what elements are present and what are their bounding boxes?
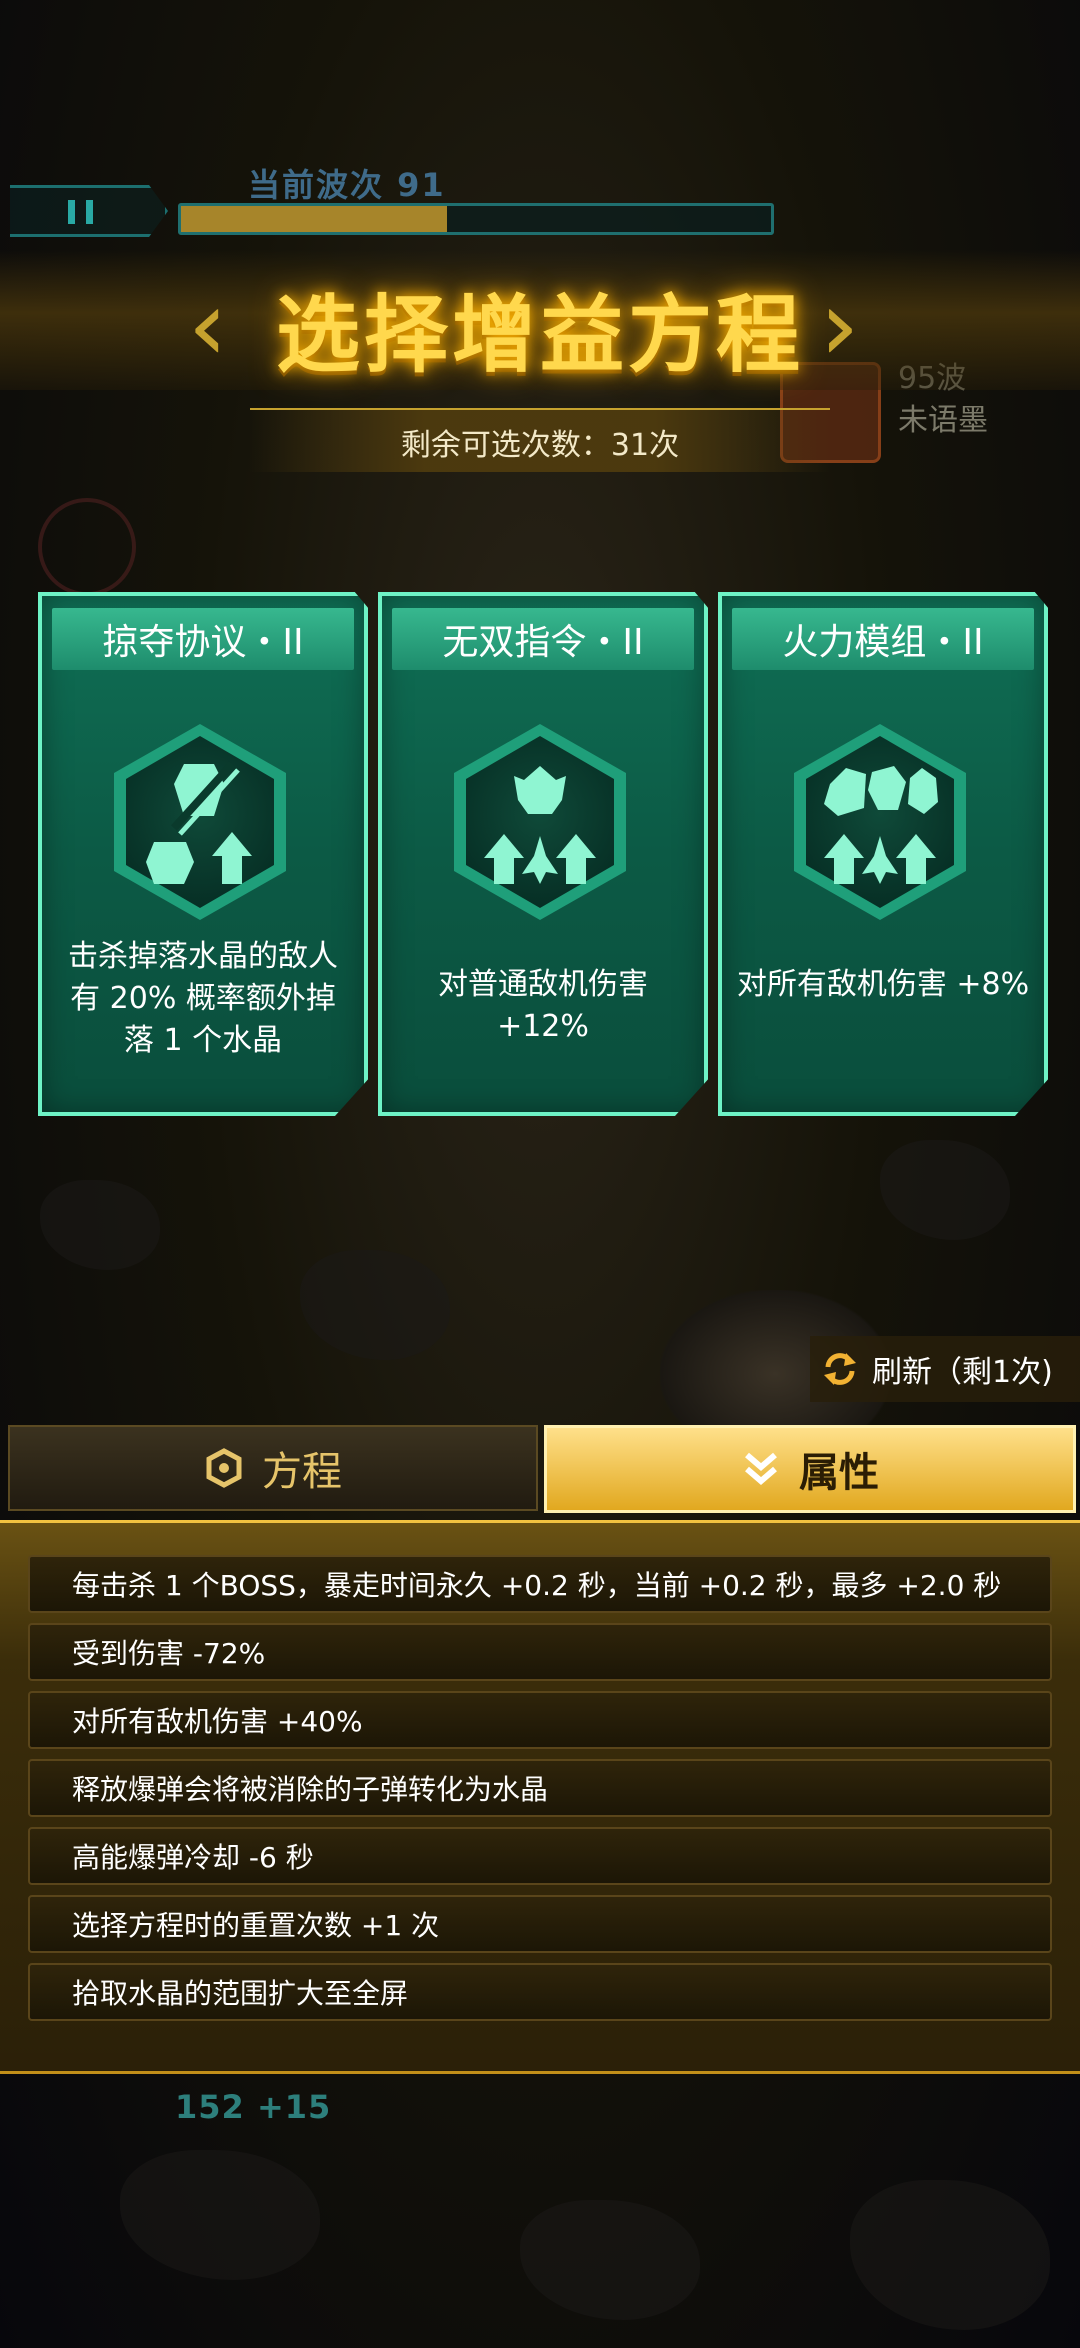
refresh-label: 刷新（剩1次) xyxy=(872,1355,1053,1390)
tab-equations-label: 方程 xyxy=(262,1449,342,1495)
double-chevron-down-icon xyxy=(745,1452,777,1485)
attribute-row: 对所有敌机伤害 +40% xyxy=(28,1691,1052,1749)
refresh-icon xyxy=(824,1353,856,1385)
refresh-button[interactable]: 刷新（剩1次) xyxy=(810,1336,1080,1402)
buff-card-unrivaled[interactable]: 无双指令・II 对普通敌机伤害 +12% xyxy=(378,592,708,1116)
attribute-row: 释放爆弹会将被消除的子弹转化为水晶 xyxy=(28,1759,1052,1817)
card-title: 掠夺协议・II xyxy=(52,608,354,670)
emblem-icon xyxy=(38,498,136,596)
crystal-counter: 152 +15 xyxy=(175,2088,332,2126)
tab-attributes[interactable]: 属性 xyxy=(544,1425,1076,1513)
attribute-panel: 每击杀 1 个BOSS，暴走时间永久 +0.2 秒，当前 +0.2 秒，最多 +… xyxy=(0,1520,1080,2074)
crystal-drop-icon xyxy=(114,724,286,920)
buff-card-plunder[interactable]: 掠夺协议・II 击杀掉落水晶的敌人有 20% 概率额外掉落 1 个水晶 xyxy=(38,592,368,1116)
attribute-row: 拾取水晶的范围扩大至全屏 xyxy=(28,1963,1052,2021)
remaining-choices: 剩余可选次数：31次 xyxy=(400,428,680,463)
pause-icon xyxy=(68,200,75,224)
buff-card-firepower[interactable]: 火力模组・II 对所有敌机伤害 +8% xyxy=(718,592,1048,1116)
attribute-row: 每击杀 1 个BOSS，暴走时间永久 +0.2 秒，当前 +0.2 秒，最多 +… xyxy=(28,1555,1052,1613)
fighter-damage-up-icon xyxy=(454,724,626,920)
attribute-row: 选择方程时的重置次数 +1 次 xyxy=(28,1895,1052,1953)
attribute-row: 受到伤害 -72% xyxy=(28,1623,1052,1681)
tab-attributes-label: 属性 xyxy=(799,1450,879,1496)
attribute-row: 高能爆弹冷却 -6 秒 xyxy=(28,1827,1052,1885)
all-enemies-damage-up-icon xyxy=(794,724,966,920)
page-title: 选择增益方程 xyxy=(275,286,804,384)
card-description: 击杀掉落水晶的敌人有 20% 概率额外掉落 1 个水晶 xyxy=(68,939,338,1058)
pause-button[interactable] xyxy=(10,185,168,237)
card-title: 无双指令・II xyxy=(392,608,694,670)
wave-progress-bar xyxy=(178,203,774,235)
wave-label: 当前波次 91 xyxy=(248,166,446,204)
card-description: 对普通敌机伤害 +12% xyxy=(438,967,648,1044)
card-description: 对所有敌机伤害 +8% xyxy=(736,967,1030,1002)
wave-progress-fill xyxy=(181,206,447,232)
tab-equations[interactable]: 方程 xyxy=(8,1425,538,1511)
card-title: 火力模组・II xyxy=(732,608,1034,670)
hexagon-icon xyxy=(206,1448,242,1488)
